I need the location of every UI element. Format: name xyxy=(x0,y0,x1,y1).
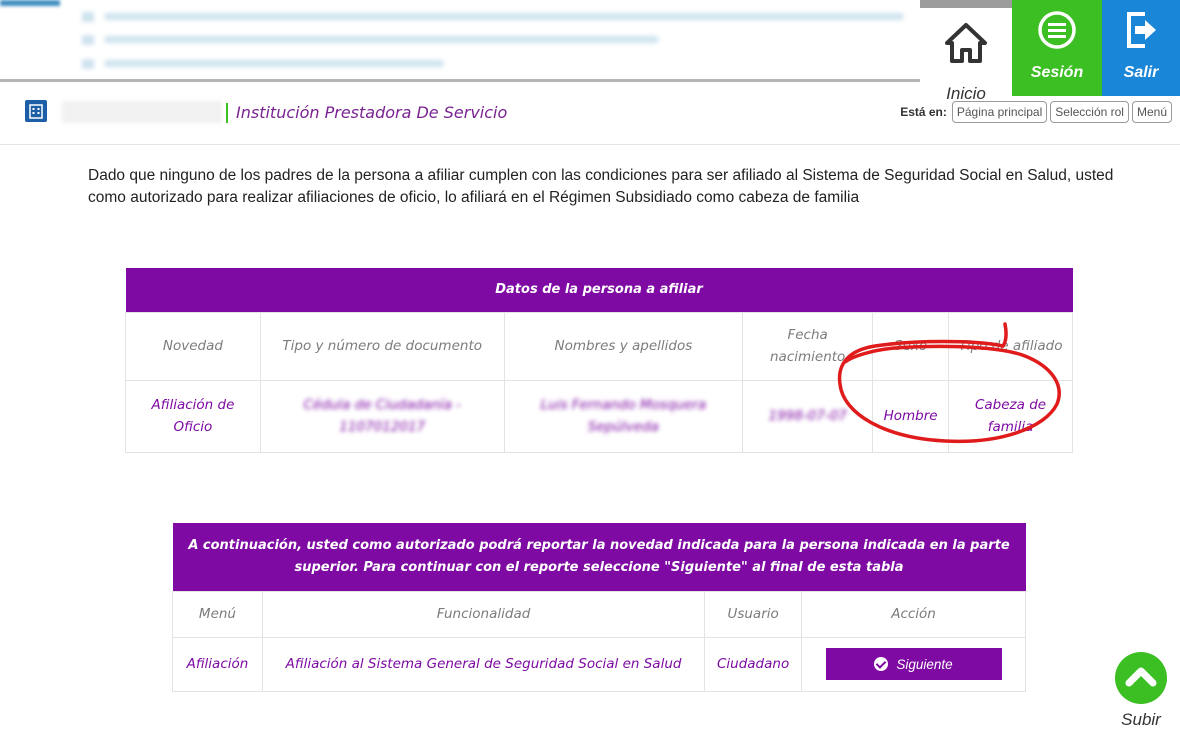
bullet xyxy=(82,12,94,22)
institution-icon xyxy=(25,100,47,122)
divider xyxy=(226,103,228,123)
col-header-tipo-afiliado: Tipo de afiliado xyxy=(948,311,1073,381)
cell-documento: Cédula de Ciudadanía - 1107012017 xyxy=(259,379,505,453)
check-circle-icon xyxy=(874,657,889,671)
institution-name: Institución Prestadora De Servicio xyxy=(236,103,508,122)
cell-usuario: Ciudadano xyxy=(704,636,803,692)
action-table: A continuación, usted como autorizado po… xyxy=(172,523,1026,692)
home-icon xyxy=(945,23,987,63)
sesion-button[interactable]: Sesión xyxy=(1012,0,1102,96)
col-header-documento: Tipo y número de documento xyxy=(259,311,505,381)
blurred-text xyxy=(104,60,444,67)
nav-tiles: Inicio Sesión Salir xyxy=(920,0,1180,110)
col-header-sexo: Sexo xyxy=(872,311,950,381)
bullet xyxy=(82,35,94,45)
blurred-text xyxy=(104,36,659,43)
subir-button[interactable]: Subir xyxy=(1112,652,1170,730)
bullet xyxy=(82,59,94,69)
col-header-nombres: Nombres y apellidos xyxy=(503,311,744,381)
breadcrumb-menu[interactable]: Menú xyxy=(1131,101,1172,123)
breadcrumb: Está en: Página principal Selección rol … xyxy=(900,101,1172,123)
persona-table-title: Datos de la persona a afiliar xyxy=(125,268,1073,312)
cell-tipo-afiliado: Cabeza de familia xyxy=(948,379,1073,453)
cell-accion: Siguiente xyxy=(801,636,1026,692)
cell-nombre: Luis Fernando Mosquera Sepúlveda xyxy=(503,379,744,453)
cell-novedad: Afiliación de Oficio xyxy=(125,379,261,453)
col-header-accion: Acción xyxy=(801,590,1026,638)
chevron-up-icon xyxy=(1115,652,1167,704)
col-header-novedad: Novedad xyxy=(125,311,261,381)
cell-fecha: 1998-07-07 xyxy=(742,379,874,453)
col-header-menu: Menú xyxy=(172,590,263,638)
col-header-fecha: Fecha nacimiento xyxy=(742,311,874,381)
inicio-button[interactable]: Inicio xyxy=(920,0,1012,110)
subir-label: Subir xyxy=(1121,710,1161,729)
menu-icon xyxy=(1038,11,1076,49)
breadcrumb-label: Está en: xyxy=(900,105,947,119)
action-table-title: A continuación, usted como autorizado po… xyxy=(172,523,1026,591)
siguiente-label: Siguiente xyxy=(896,656,953,672)
siguiente-button[interactable]: Siguiente xyxy=(825,648,1002,680)
blurred-user-name xyxy=(62,101,222,123)
persona-table: Datos de la persona a afiliar Novedad Ti… xyxy=(125,268,1073,453)
col-header-funcionalidad: Funcionalidad xyxy=(261,590,706,638)
header-row: Institución Prestadora De Servicio Está … xyxy=(0,95,1180,145)
sesion-label: Sesión xyxy=(1030,64,1084,81)
intro-text: Dado que ninguno de los padres de la per… xyxy=(88,167,1114,206)
salir-label: Salir xyxy=(1123,64,1159,81)
exit-icon xyxy=(1127,12,1156,48)
cell-menu: Afiliación xyxy=(172,636,263,692)
cell-sexo: Hombre xyxy=(872,379,950,453)
col-header-usuario: Usuario xyxy=(704,590,803,638)
salir-button[interactable]: Salir xyxy=(1102,0,1180,96)
blurred-logo xyxy=(0,0,60,6)
blurred-text xyxy=(104,13,904,20)
breadcrumb-pagina-principal[interactable]: Página principal xyxy=(951,101,1048,123)
cell-funcionalidad: Afiliación al Sistema General de Segurid… xyxy=(261,636,706,692)
top-banner xyxy=(0,0,930,82)
breadcrumb-seleccion-rol[interactable]: Selección rol xyxy=(1050,101,1129,123)
